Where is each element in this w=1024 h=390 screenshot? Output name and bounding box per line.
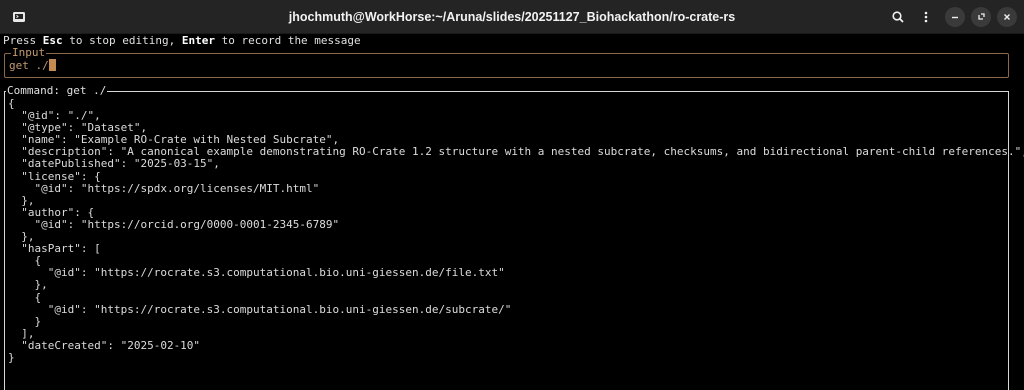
kebab-menu-icon[interactable] bbox=[915, 6, 937, 28]
minimize-icon[interactable] bbox=[945, 7, 965, 27]
json-output-line: } bbox=[8, 314, 42, 328]
search-icon[interactable] bbox=[887, 6, 909, 28]
json-output-line: "@id": "https://spdx.org/licenses/MIT.ht… bbox=[8, 181, 320, 195]
json-output-line: "@id": "https://orcid.org/0000-0001-2345… bbox=[8, 217, 340, 231]
json-output-line: }, bbox=[8, 193, 35, 207]
json-output-line: "@id": "https://rocrate.s3.computational… bbox=[8, 266, 505, 280]
close-icon[interactable] bbox=[997, 7, 1017, 27]
json-output-line: "license": { bbox=[8, 169, 101, 183]
json-output-line: { bbox=[8, 97, 15, 110]
json-output-line: { bbox=[8, 290, 42, 304]
json-output-line: }, bbox=[8, 230, 35, 244]
window-titlebar: jhochmuth@WorkHorse:~/Aruna/slides/20251… bbox=[0, 0, 1024, 34]
json-output-line: "dateCreated": "2025-02-10" bbox=[8, 338, 201, 352]
json-output-line: "@id": "./", bbox=[8, 109, 101, 123]
json-output-line: } bbox=[8, 350, 15, 364]
json-output-line: "@id": "https://rocrate.s3.computational… bbox=[8, 302, 512, 316]
text-cursor bbox=[48, 59, 56, 71]
esc-key-label: Esc bbox=[42, 34, 63, 47]
window-title: jhochmuth@WorkHorse:~/Aruna/slides/20251… bbox=[288, 10, 736, 24]
keyboard-hint: Press Esc to stop editing, Enter to reco… bbox=[3, 34, 361, 47]
json-output-line: "hasPart": [ bbox=[8, 242, 101, 256]
message-input[interactable]: get ./ bbox=[9, 59, 56, 72]
command-output: { "@id": "./", "@type": "Dataset", "name… bbox=[8, 97, 1024, 364]
json-output-line: "datePublished": "2025-03-15", bbox=[8, 157, 220, 171]
input-label: Input bbox=[11, 46, 47, 59]
terminal-area[interactable]: Press Esc to stop editing, Enter to reco… bbox=[0, 34, 1024, 390]
restore-icon[interactable] bbox=[971, 7, 991, 27]
command-label: Command: get ./ bbox=[6, 84, 108, 97]
command-output-panel: Command: get ./ { "@id": "./", "@type": … bbox=[4, 85, 1024, 390]
message-input-box[interactable]: Input get ./ bbox=[4, 47, 1009, 78]
enter-key-label: Enter bbox=[181, 34, 215, 47]
json-output-line: }, bbox=[8, 278, 48, 292]
